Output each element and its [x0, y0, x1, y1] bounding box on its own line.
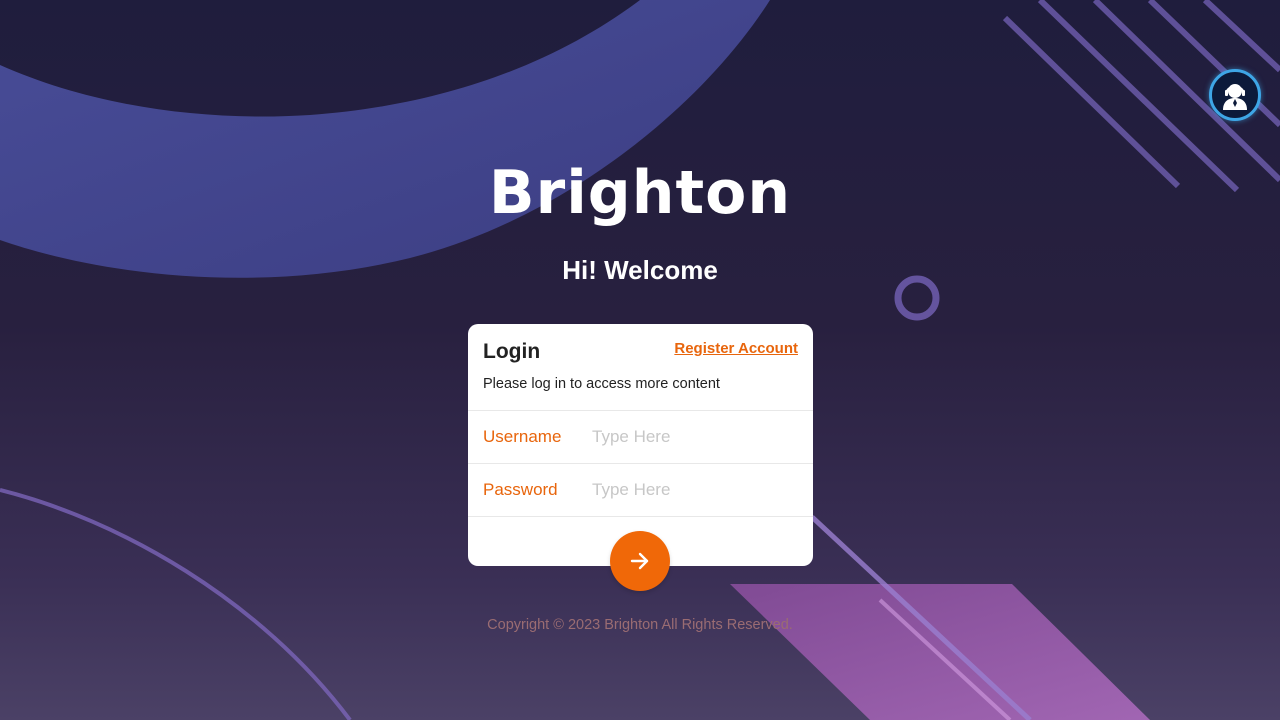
customer-service-icon: [1223, 84, 1247, 110]
register-account-link[interactable]: Register Account: [674, 340, 798, 357]
copyright-text: Copyright © 2023 Brighton All Rights Res…: [487, 617, 793, 633]
password-input[interactable]: [592, 475, 792, 505]
login-submit-button[interactable]: [610, 531, 670, 591]
decor-shape: [730, 584, 1150, 720]
welcome-heading: Hi! Welcome: [562, 255, 718, 285]
password-row: Password: [468, 464, 813, 517]
customer-support-button[interactable]: [1209, 69, 1261, 121]
username-row: Username: [468, 411, 813, 464]
arrow-right-icon: [630, 552, 649, 570]
login-subtitle: Please log in to access more content: [483, 376, 720, 392]
login-title: Login: [483, 340, 541, 363]
password-label: Password: [483, 480, 558, 499]
login-card-header: Login Register Account Please log in to …: [468, 324, 813, 411]
decor-arc: [0, 0, 770, 278]
brand-logo: Brighton: [488, 158, 792, 228]
login-card: Login Register Account Please log in to …: [468, 324, 813, 566]
username-label: Username: [483, 427, 562, 446]
decor-curve: [0, 488, 352, 720]
username-input[interactable]: [592, 422, 792, 452]
